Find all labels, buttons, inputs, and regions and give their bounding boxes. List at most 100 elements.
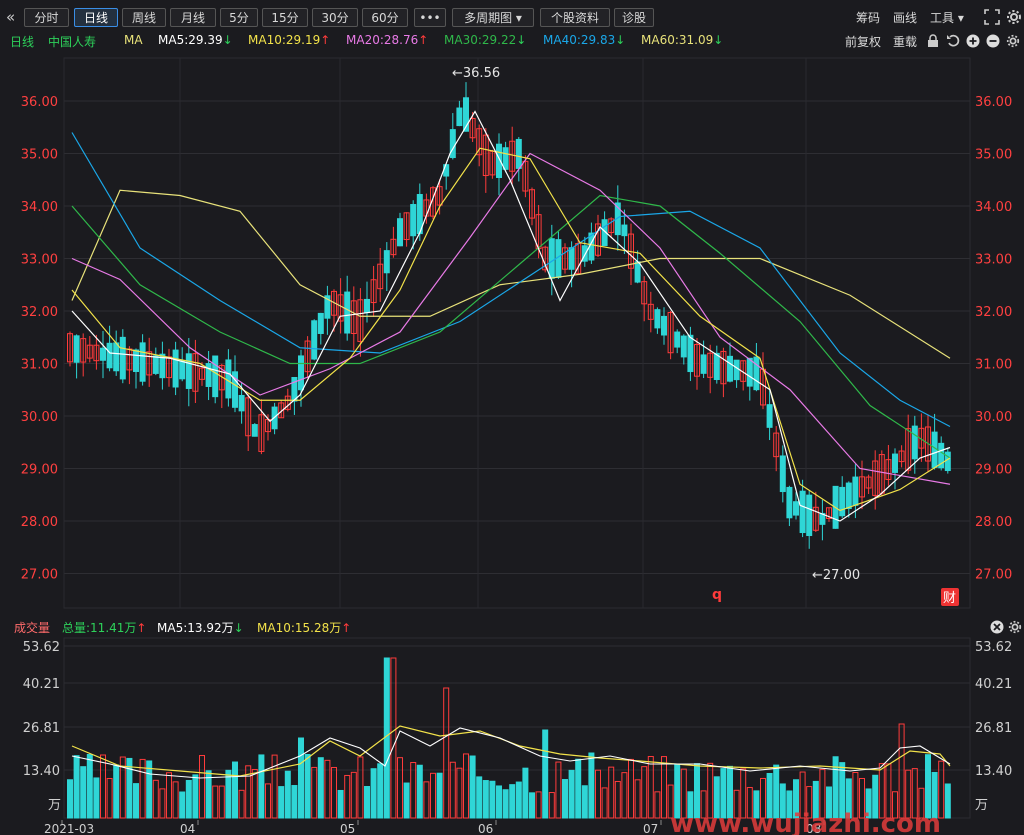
- finance-badge[interactable]: 财: [943, 591, 956, 606]
- volume-bar: [93, 777, 100, 819]
- candle-body: [383, 250, 390, 274]
- price-tick-right: 36.00: [975, 95, 1012, 110]
- price-tick-right: 29.00: [975, 463, 1012, 478]
- tools-menu[interactable]: 工具 ▾: [930, 9, 964, 26]
- candle-body: [212, 355, 219, 398]
- tab-7[interactable]: 60分: [362, 8, 408, 27]
- settings-icon[interactable]: [1006, 9, 1022, 25]
- volume-bar: [185, 779, 192, 819]
- tab-10[interactable]: 个股资料: [540, 8, 610, 27]
- candle-body: [674, 331, 681, 348]
- high-annotation: ←36.56: [452, 66, 500, 81]
- undo-icon[interactable]: [946, 34, 960, 48]
- volume-bar: [568, 769, 575, 819]
- price-tick-right: 32.00: [975, 305, 1012, 320]
- fullscreen-icon[interactable]: [984, 9, 1000, 25]
- tab-1[interactable]: 日线: [74, 8, 118, 27]
- tab-9[interactable]: 多周期图 ▾: [452, 8, 534, 27]
- candle-body: [568, 247, 575, 270]
- candle-body: [621, 224, 628, 237]
- volume-bar: [588, 752, 595, 819]
- draw-line-button[interactable]: 画线: [893, 9, 917, 26]
- time-tick: 05: [340, 822, 355, 835]
- candle-body: [753, 356, 760, 391]
- volume-ma5: MA5:13.92万↓: [157, 621, 244, 635]
- candle-body: [634, 261, 641, 283]
- volume-bar: [370, 768, 377, 819]
- stock-name: 中国人寿: [48, 35, 97, 49]
- candle-body: [410, 204, 417, 237]
- candle-body: [502, 147, 509, 170]
- volume-bar: [80, 766, 87, 819]
- volume-chart[interactable]: 53.62 53.62 40.21 40.21 26.81 26.81 13.40 13.40…: [0, 636, 1024, 835]
- tab-5[interactable]: 15分: [262, 8, 308, 27]
- volume-settings-icon[interactable]: [1008, 620, 1022, 634]
- lock-icon[interactable]: [927, 34, 939, 48]
- volume-bar: [482, 780, 489, 819]
- price-tick-left: 28.00: [21, 515, 58, 530]
- candle-body: [700, 354, 707, 374]
- candle-body: [133, 349, 139, 373]
- candle-body: [344, 291, 351, 334]
- candlestick-chart[interactable]: 36.00 36.00 35.00 35.00 34.00 34.00 33.00 33.00…: [0, 50, 1024, 618]
- zoom-out-icon[interactable]: [986, 34, 1000, 48]
- candle-body: [654, 309, 661, 329]
- ma-legend-item: MA10:29.19↑: [248, 33, 331, 47]
- volume-bar: [469, 755, 476, 819]
- chart-settings-icon[interactable]: [1006, 34, 1020, 48]
- volume-bar: [515, 781, 522, 819]
- price-tick-left: 29.00: [21, 463, 58, 478]
- price-tick-left: 27.00: [21, 568, 58, 583]
- candle-body: [113, 342, 120, 372]
- tab-4[interactable]: 5分: [220, 8, 258, 27]
- candle-body: [786, 486, 793, 519]
- tab-6[interactable]: 30分: [312, 8, 358, 27]
- volume-bar: [522, 767, 529, 819]
- ma-label[interactable]: MA: [124, 33, 143, 47]
- adjust-button[interactable]: 前复权: [845, 33, 881, 50]
- reset-button[interactable]: 重载: [893, 33, 917, 50]
- candle-body: [793, 501, 799, 516]
- volume-bar: [476, 776, 483, 819]
- ma-legend-item: MA20:28.76↑: [346, 33, 429, 47]
- ma-legend-bar: 日线 中国人寿 MA MA5:29.39↓ MA10:29.19↑ MA20:28.…: [0, 32, 1024, 50]
- tab-3[interactable]: 月线: [170, 8, 216, 27]
- tab-0[interactable]: 分时: [24, 8, 69, 27]
- ma-legend-item: MA5:29.39↓: [158, 33, 233, 47]
- volume-bar: [403, 782, 410, 819]
- zoom-in-icon[interactable]: [966, 34, 980, 48]
- volume-legend-bar: 成交量 总量:11.41万↑ MA5:13.92万↓ MA10:15.28万↑: [0, 618, 1024, 636]
- volume-bar: [179, 791, 186, 819]
- close-volume-icon[interactable]: [990, 620, 1004, 634]
- price-tick-left: 31.00: [21, 358, 58, 373]
- candle-body: [443, 164, 450, 177]
- volume-bar: [377, 763, 384, 819]
- tab-8[interactable]: •••: [414, 8, 446, 27]
- candle-body: [515, 138, 522, 169]
- top-toolbar: « 分时 日线 周线 月线 5分 15分 30分 60分 ••• 多周期图 ▾ 个股资料 诊股 筹码 …: [0, 0, 1024, 32]
- time-tick: 06: [478, 822, 493, 835]
- candle-body: [317, 312, 324, 334]
- volume-unit-left: 万: [48, 798, 61, 813]
- candle-body: [397, 218, 403, 247]
- collapse-icon[interactable]: «: [6, 8, 15, 26]
- tab-2[interactable]: 周线: [122, 8, 166, 27]
- price-tick-left: 32.00: [21, 305, 58, 320]
- price-tick-right: 30.00: [975, 410, 1012, 425]
- event-marker[interactable]: q: [712, 587, 722, 603]
- chips-button[interactable]: 筹码: [856, 9, 880, 26]
- price-tick-right: 27.00: [975, 568, 1012, 583]
- candle-body: [661, 315, 667, 336]
- tab-11[interactable]: 诊股: [614, 8, 654, 27]
- candle-body: [311, 320, 318, 360]
- candle-body: [449, 129, 456, 159]
- ma-legend-item: MA60:31.09↓: [641, 33, 724, 47]
- candle-body: [727, 355, 733, 382]
- price-tick-left: 30.00: [21, 410, 58, 425]
- volume-bar: [86, 754, 93, 819]
- candle-body: [238, 394, 245, 412]
- candle-body: [713, 352, 720, 381]
- candle-body: [251, 424, 258, 437]
- candle-body: [73, 335, 80, 363]
- candle-body: [779, 455, 786, 493]
